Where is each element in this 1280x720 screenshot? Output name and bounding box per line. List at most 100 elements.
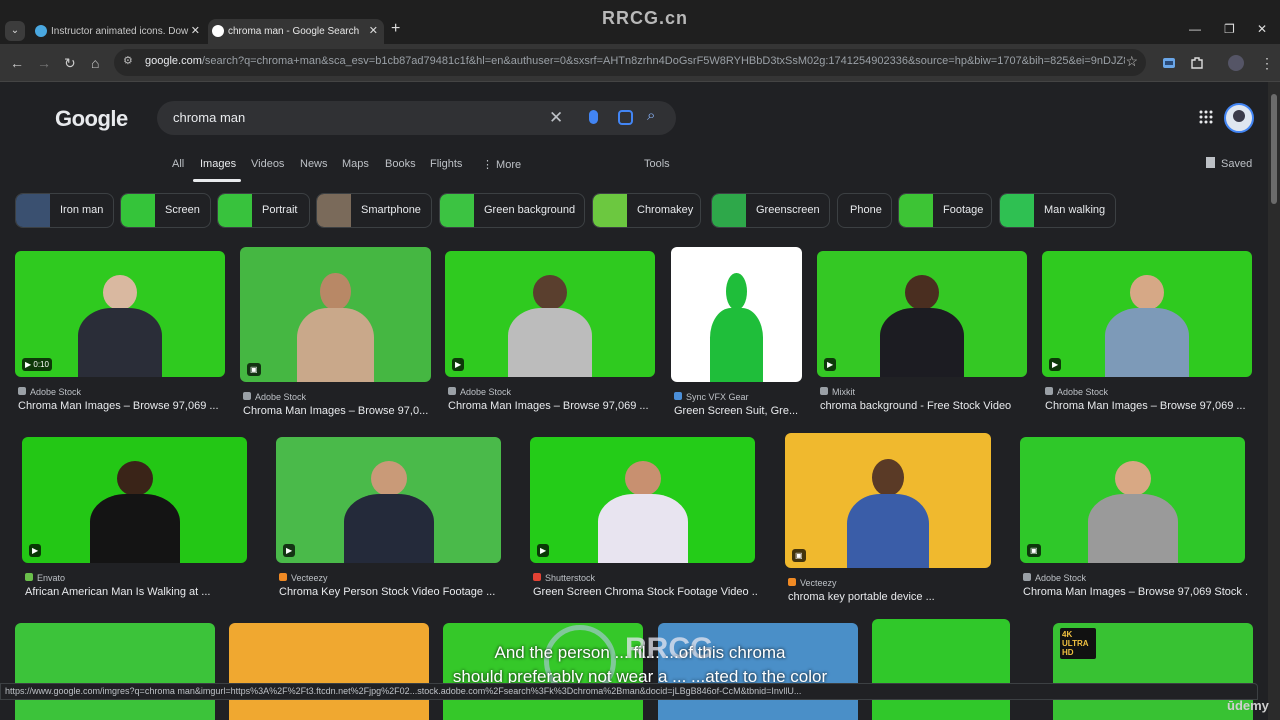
image-result[interactable] [872,619,1010,720]
image-result[interactable]: ▶ Adobe Stock Chroma Man Images – Browse 9… [1042,251,1252,417]
result-source[interactable]: Adobe Stock [448,387,511,397]
lens-search-icon[interactable] [618,110,633,125]
result-thumbnail[interactable]: ▣ [785,433,991,568]
image-result[interactable]: ▶ Adobe Stock Chroma Man Images – Browse 9… [445,251,655,417]
related-chip[interactable]: Chromakey [592,193,701,228]
related-chip[interactable]: Portrait [217,193,310,228]
saved-button[interactable]: Saved [1206,157,1252,170]
result-thumbnail[interactable]: ▶ 0:10 [15,251,225,377]
search-box[interactable]: chroma man ✕ ⌕ [157,101,676,135]
result-title[interactable]: Chroma Man Images – Browse 97,0... [243,405,434,417]
image-result[interactable] [15,623,215,720]
tab-search-menu-button[interactable]: ⌄ [5,21,25,41]
restore-button[interactable]: ❐ [1224,22,1235,36]
search-query[interactable]: chroma man [173,110,245,125]
new-tab-button[interactable]: + [391,20,400,38]
related-chip[interactable]: Iron man [15,193,114,228]
result-source[interactable]: Adobe Stock [1045,387,1108,397]
image-result[interactable]: ▶ 0:10 Adobe Stock Chroma Man Images – Bro… [15,251,225,417]
tab-instructor-icons[interactable]: Instructor animated icons. Dow ✕ [31,19,206,44]
result-title[interactable]: Green Screen Chroma Stock Footage Video … [533,586,758,598]
tab-close-icon[interactable]: ✕ [369,19,378,44]
result-source[interactable]: Vecteezy [279,573,328,583]
image-result[interactable] [229,623,429,720]
profile-avatar-small[interactable] [1228,55,1244,71]
google-logo[interactable]: Google [55,106,128,132]
account-avatar[interactable] [1224,103,1254,133]
result-thumbnail[interactable]: ▣ [1020,437,1245,563]
image-result[interactable]: ▶ Vecteezy Chroma Key Person Stock Video F… [276,437,501,603]
related-chip[interactable]: Green background [439,193,585,228]
reload-icon[interactable]: ↻ [64,55,76,72]
home-icon[interactable]: ⌂ [91,55,99,71]
minimize-button[interactable]: — [1189,22,1201,36]
result-thumbnail[interactable]: ▶ [276,437,501,563]
image-result[interactable]: ▶ Envato African American Man Is Walking a… [22,437,247,603]
extensions-puzzle-icon[interactable] [1190,56,1204,70]
result-title[interactable]: Chroma Key Person Stock Video Footage ..… [279,586,504,598]
clear-search-icon[interactable]: ✕ [549,108,563,128]
tab-flights[interactable]: Flights [430,158,462,170]
result-source[interactable]: Adobe Stock [18,387,81,397]
tab-more[interactable]: ⋮ More [482,158,521,171]
result-title[interactable]: chroma background - Free Stock Video [820,400,1030,412]
related-chip[interactable]: Smartphone [316,193,432,228]
result-thumbnail[interactable]: ▶ [530,437,755,563]
image-result[interactable]: 4K ULTRA HD [1053,623,1253,720]
result-source[interactable]: Mixkit [820,387,855,397]
site-settings-icon[interactable]: ⚙ [123,54,133,67]
close-window-button[interactable]: ✕ [1257,22,1267,36]
tab-close-icon[interactable]: ✕ [191,19,200,44]
result-source[interactable]: Vecteezy [788,578,837,588]
tab-videos[interactable]: Videos [251,158,284,170]
image-result[interactable]: Sync VFX Gear Green Screen Suit, Gre... [671,247,802,422]
result-source[interactable]: Adobe Stock [1023,573,1086,583]
tab-books[interactable]: Books [385,158,416,170]
voice-search-icon[interactable] [589,110,598,124]
result-thumbnail[interactable]: ▶ [445,251,655,377]
google-apps-icon[interactable] [1199,110,1213,124]
result-source[interactable]: Sync VFX Gear [674,392,749,402]
page-scrollbar[interactable] [1268,82,1280,720]
result-title[interactable]: Chroma Man Images – Browse 97,069 Stock … [1023,586,1248,598]
image-result[interactable]: ▶ Mixkit chroma background - Free Stock Vi… [817,251,1027,417]
related-chip[interactable]: Footage [898,193,992,228]
image-result[interactable]: ▶ Shutterstock Green Screen Chroma Stock F… [530,437,758,603]
back-arrow-icon[interactable]: ← [10,55,24,71]
related-chip[interactable]: Greenscreen [711,193,830,228]
result-thumbnail[interactable]: ▶ [817,251,1027,377]
address-bar[interactable]: ⚙ google.com/search?q=chroma+man&sca_esv… [114,49,1146,76]
result-thumbnail[interactable] [671,247,802,382]
result-thumbnail[interactable]: ▶ [1042,251,1252,377]
related-chip[interactable]: Phone [837,193,892,228]
person-body [297,307,374,382]
tab-images[interactable]: Images [200,158,236,170]
extension-media-icon[interactable] [1162,56,1176,70]
browser-menu-icon[interactable]: ⋮ [1260,55,1274,72]
result-source[interactable]: Adobe Stock [243,392,306,402]
tab-maps[interactable]: Maps [342,158,369,170]
result-title[interactable]: African American Man Is Walking at ... [25,586,250,598]
search-icon[interactable]: ⌕ [647,107,655,124]
bookmark-star-icon[interactable]: ☆ [1125,53,1138,70]
image-result[interactable]: ▣ Adobe Stock Chroma Man Images – Browse 9… [240,247,431,422]
tab-tools[interactable]: Tools [644,158,670,170]
tab-all[interactable]: All [172,158,184,170]
result-title[interactable]: Green Screen Suit, Gre... [674,405,805,417]
result-title[interactable]: Chroma Man Images – Browse 97,069 ... [1045,400,1255,412]
forward-arrow-icon[interactable]: → [37,55,51,71]
image-result[interactable]: ▣ Vecteezy chroma key portable device ... [785,433,991,608]
result-source[interactable]: Envato [25,573,65,583]
tab-chroma-man-search[interactable]: chroma man - Google Search ✕ [208,19,384,44]
result-title[interactable]: Chroma Man Images – Browse 97,069 ... [448,400,658,412]
result-title[interactable]: chroma key portable device ... [788,591,994,603]
related-chip[interactable]: Man walking [999,193,1116,228]
result-title[interactable]: Chroma Man Images – Browse 97,069 ... [18,400,228,412]
result-thumbnail[interactable]: ▶ [22,437,247,563]
image-result[interactable]: ▣ Adobe Stock Chroma Man Images – Browse 9… [1020,437,1248,603]
result-thumbnail[interactable]: ▣ [240,247,431,382]
related-chip[interactable]: Screen [120,193,211,228]
scrollbar-thumb[interactable] [1271,94,1277,204]
result-source[interactable]: Shutterstock [533,573,595,583]
tab-news[interactable]: News [300,158,328,170]
